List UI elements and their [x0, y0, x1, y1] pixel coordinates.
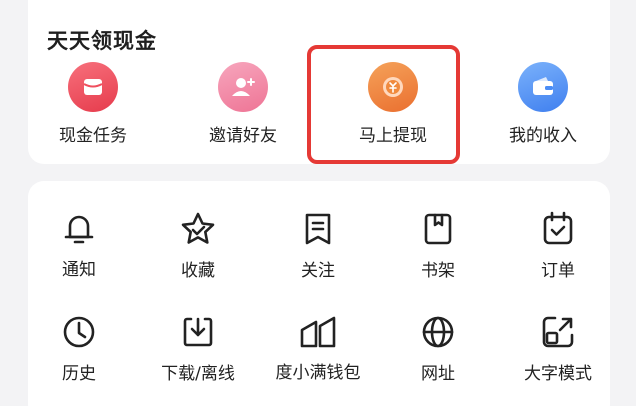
tool-label: 书架: [421, 261, 455, 281]
wallet-icon: [518, 62, 568, 112]
cash-item-label: 我的收入: [509, 126, 577, 146]
large-font-icon: [538, 313, 578, 351]
tool-label: 大字模式: [524, 364, 592, 384]
invite-user-icon: [218, 62, 268, 112]
tool-download[interactable]: 下载/离线: [138, 313, 258, 384]
tool-orders[interactable]: 订单: [498, 210, 618, 281]
book-icon: [418, 210, 458, 248]
tool-label: 订单: [541, 261, 575, 281]
tool-du-wallet[interactable]: 度小满钱包: [258, 313, 378, 383]
tool-large-font[interactable]: 大字模式: [498, 313, 618, 384]
tool-bookshelf[interactable]: 书架: [378, 210, 498, 281]
globe-icon: [418, 313, 458, 351]
section-title: 天天领现金: [47, 29, 157, 53]
download-icon: [178, 313, 218, 351]
bookmark-icon: [298, 210, 338, 248]
cash-task-button[interactable]: 现金任务: [18, 62, 168, 152]
tool-label: 下载/离线: [161, 364, 235, 384]
bell-icon: [59, 210, 99, 247]
tool-label: 度小满钱包: [275, 363, 361, 383]
tool-notification[interactable]: 通知: [19, 210, 139, 280]
tool-websites[interactable]: 网址: [378, 313, 498, 384]
tool-label: 通知: [62, 260, 96, 280]
clock-icon: [59, 313, 99, 351]
star-icon: [178, 210, 218, 248]
tool-label: 历史: [62, 364, 96, 384]
tool-label: 关注: [301, 261, 335, 281]
cash-item-label: 现金任务: [59, 126, 127, 146]
my-income-button[interactable]: 我的收入: [468, 62, 618, 152]
tool-follow[interactable]: 关注: [258, 210, 378, 281]
highlight-box: [307, 45, 460, 164]
order-icon: [538, 210, 578, 248]
du-wallet-icon: [298, 313, 338, 350]
red-envelope-icon: [68, 62, 118, 112]
tool-favorites[interactable]: 收藏: [138, 210, 258, 281]
cash-item-label: 邀请好友: [209, 126, 277, 146]
tool-label: 网址: [421, 364, 455, 384]
tool-history[interactable]: 历史: [19, 313, 139, 384]
invite-friends-button[interactable]: 邀请好友: [168, 62, 318, 152]
tool-label: 收藏: [181, 261, 215, 281]
